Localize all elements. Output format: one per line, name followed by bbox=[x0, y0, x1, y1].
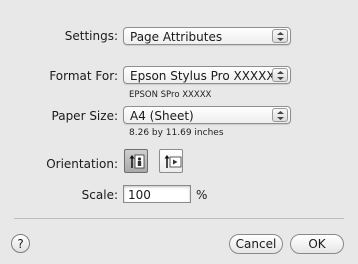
paper-dimensions-text: 8.26 by 11.69 inches bbox=[129, 128, 224, 138]
format-for-label: Format For: bbox=[49, 69, 118, 83]
format-for-popup[interactable]: Epson Stylus Pro XXXXX bbox=[123, 66, 291, 84]
page-setup-dialog: Settings: Page Attributes Format For: Ep… bbox=[0, 0, 358, 264]
orientation-label: Orientation: bbox=[46, 157, 118, 171]
popup-stepper-icon bbox=[272, 29, 288, 43]
popup-stepper-icon bbox=[272, 68, 288, 82]
paper-size-value: A4 (Sheet) bbox=[130, 109, 194, 123]
settings-value: Page Attributes bbox=[130, 30, 223, 44]
paper-size-popup[interactable]: A4 (Sheet) bbox=[123, 106, 291, 124]
format-for-value: Epson Stylus Pro XXXXX bbox=[130, 69, 275, 83]
printer-model-text: EPSON SPro XXXXX bbox=[129, 90, 212, 100]
scale-unit: % bbox=[196, 188, 208, 202]
orientation-portrait-button[interactable] bbox=[124, 149, 148, 173]
orientation-landscape-button[interactable] bbox=[159, 149, 183, 173]
scale-label: Scale: bbox=[81, 188, 118, 202]
help-button[interactable]: ? bbox=[11, 234, 30, 253]
landscape-orientation-icon bbox=[164, 155, 182, 168]
settings-popup[interactable]: Page Attributes bbox=[123, 27, 291, 45]
settings-label: Settings: bbox=[64, 29, 118, 43]
scale-input[interactable]: 100 bbox=[123, 185, 191, 203]
popup-stepper-icon bbox=[272, 108, 288, 122]
ok-button[interactable]: OK bbox=[290, 234, 344, 254]
divider bbox=[14, 218, 344, 219]
paper-size-label: Paper Size: bbox=[51, 109, 118, 123]
cancel-button[interactable]: Cancel bbox=[229, 234, 283, 254]
portrait-orientation-icon bbox=[129, 154, 145, 169]
